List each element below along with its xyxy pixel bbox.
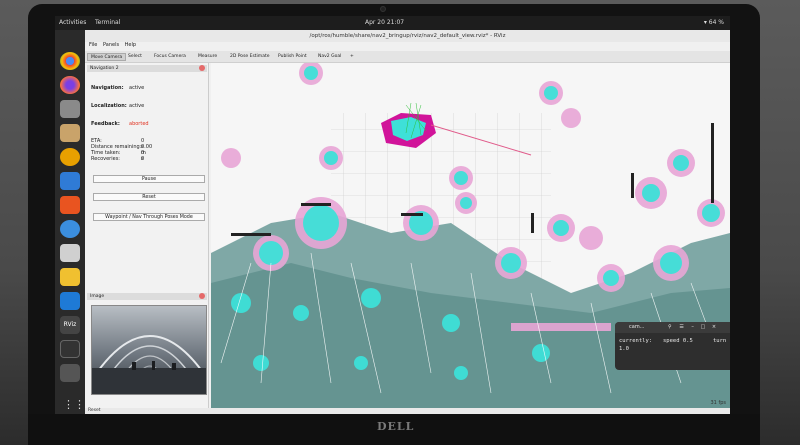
panel-title: Image bbox=[90, 294, 105, 299]
tool-measure[interactable]: Measure bbox=[195, 53, 220, 61]
feedback-value: aborted bbox=[129, 121, 149, 127]
navigation-label: Navigation: bbox=[91, 85, 124, 91]
localization-status-row: Localization: active bbox=[91, 103, 144, 109]
reset-button[interactable]: Reset bbox=[93, 193, 205, 201]
navigation-status-row: Navigation: active bbox=[91, 85, 144, 91]
dell-logo: DELL bbox=[377, 420, 415, 433]
rviz-window: /opt/ros/humble/share/nav2_bringup/rviz/… bbox=[85, 30, 730, 414]
menu-bar: File Panels Help bbox=[85, 42, 730, 51]
close-icon[interactable] bbox=[199, 293, 205, 299]
add-tool-icon[interactable]: + bbox=[347, 53, 357, 61]
writer-icon[interactable] bbox=[60, 172, 80, 190]
ubuntu-dock: RViz ⋮⋮ bbox=[55, 30, 85, 414]
close-icon[interactable] bbox=[199, 65, 205, 71]
help-icon[interactable] bbox=[60, 220, 80, 238]
app-center-icon[interactable] bbox=[60, 196, 80, 214]
tool-publish-point[interactable]: Publish Point bbox=[275, 53, 310, 61]
menu-help[interactable]: Help bbox=[125, 42, 136, 48]
feedback-status-row: Feedback: aborted bbox=[91, 121, 149, 127]
tool-nav2-goal[interactable]: Nav2 Goal bbox=[315, 53, 344, 61]
system-tray[interactable]: ▾ 64 % bbox=[704, 19, 724, 26]
left-dock-panel: Navigation 2 Navigation: active Localiza… bbox=[85, 63, 209, 408]
terminal-title: cam... bbox=[629, 324, 645, 330]
terminal-line-value: 1.0 bbox=[619, 346, 629, 352]
localization-value: active bbox=[129, 103, 145, 109]
app-menu-terminal[interactable]: Terminal bbox=[95, 19, 120, 26]
waypoint-mode-button[interactable]: Waypoint / Nav Through Poses Mode bbox=[93, 213, 205, 221]
panel-title: Navigation 2 bbox=[90, 66, 119, 71]
tool-focus-camera[interactable]: Focus Camera bbox=[151, 53, 189, 61]
firefox-icon[interactable] bbox=[60, 76, 80, 94]
recoveries-value: 0 bbox=[141, 156, 145, 162]
activities-button[interactable]: Activities bbox=[59, 19, 86, 26]
menu-panels[interactable]: Panels bbox=[103, 42, 119, 48]
minimize-icon[interactable]: – bbox=[691, 324, 694, 330]
rviz-icon[interactable]: RViz bbox=[60, 316, 80, 334]
show-apps-icon[interactable]: ⋮⋮ bbox=[63, 398, 85, 412]
terminal-line-currently: currently: bbox=[619, 338, 653, 344]
files-folder-icon[interactable] bbox=[60, 124, 80, 142]
window-title: /opt/ros/humble/share/nav2_bringup/rviz/… bbox=[85, 30, 730, 42]
terminal-menu-icon[interactable]: ☰ bbox=[679, 324, 683, 330]
vscode-icon[interactable] bbox=[60, 292, 80, 310]
paint-icon[interactable] bbox=[60, 244, 80, 262]
terminal-icon[interactable] bbox=[60, 340, 80, 358]
notes-icon[interactable] bbox=[60, 268, 80, 286]
photo-background: Activities Terminal Apr 20 21:07 ▾ 64 % … bbox=[0, 0, 800, 445]
trash-icon[interactable] bbox=[60, 364, 80, 382]
tunnel-scene-image bbox=[92, 335, 206, 394]
tool-move-camera[interactable]: Move Camera bbox=[87, 53, 127, 61]
terminal-line-speed: speed 0.5 bbox=[663, 338, 693, 344]
terminal-window[interactable]: cam... ⚲ ☰ – □ × currently: speed 0.5 tu… bbox=[615, 322, 730, 370]
feedback-label: Feedback: bbox=[91, 121, 120, 127]
terminal-line-turn: turn bbox=[713, 338, 727, 344]
localization-label: Localization: bbox=[91, 103, 127, 109]
fps-readout: 31 fps bbox=[710, 400, 727, 406]
tools-toolbar: Move Camera Select Focus Camera Measure … bbox=[85, 51, 730, 63]
menu-file[interactable]: File bbox=[89, 42, 97, 48]
rhythmbox-icon[interactable] bbox=[60, 148, 80, 166]
tool-2d-pose-estimate[interactable]: 2D Pose Estimate bbox=[227, 53, 273, 61]
tool-select[interactable]: Select bbox=[125, 53, 145, 61]
terminal-titlebar[interactable]: cam... ⚲ ☰ – □ × bbox=[615, 322, 730, 333]
battery-status: 64 % bbox=[708, 19, 724, 26]
chrome-icon[interactable] bbox=[60, 52, 80, 70]
navigation-panel-header: Navigation 2 bbox=[87, 65, 207, 72]
pause-button[interactable]: Pause bbox=[93, 175, 205, 183]
close-icon[interactable]: × bbox=[712, 324, 716, 330]
files-icon[interactable] bbox=[60, 100, 80, 118]
clock[interactable]: Apr 20 21:07 bbox=[365, 19, 404, 26]
maximize-icon[interactable]: □ bbox=[700, 324, 705, 330]
recoveries-label: Recoveries: bbox=[91, 156, 120, 162]
navigation-value: active bbox=[129, 85, 145, 91]
terminal-search-icon[interactable]: ⚲ bbox=[668, 324, 672, 330]
recoveries-row: Recoveries: 0 bbox=[91, 156, 144, 162]
camera-image-view bbox=[91, 305, 207, 395]
gnome-top-bar: Activities Terminal Apr 20 21:07 ▾ 64 % bbox=[55, 16, 730, 30]
webcam-icon bbox=[380, 6, 386, 12]
laptop-screen: Activities Terminal Apr 20 21:07 ▾ 64 % … bbox=[55, 16, 730, 414]
image-panel-header: Image bbox=[87, 293, 207, 300]
